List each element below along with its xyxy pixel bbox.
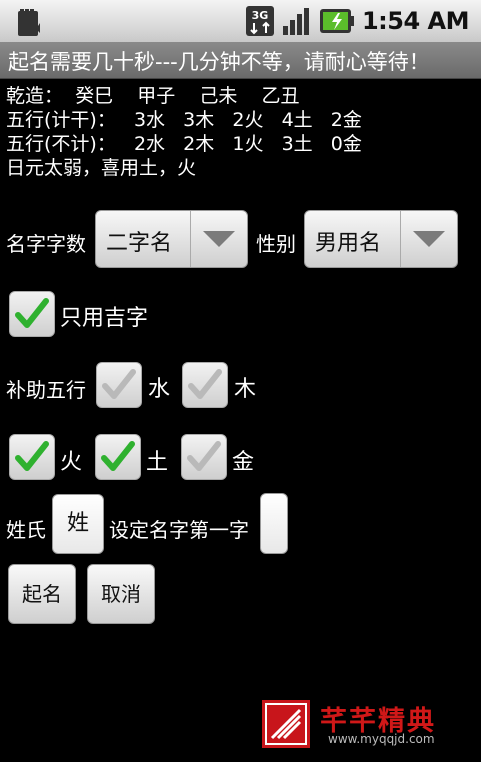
first-char-input[interactable] [260,493,288,554]
signal-strength-icon [282,8,309,35]
name-count-value: 二字名 [106,231,173,256]
name-count-dropdown-arrow[interactable] [190,211,247,267]
logo-mark-icon [265,703,307,745]
element-water-label: 水 [148,377,171,402]
bazi-line: 乾造： 癸巳 甲子 己未 乙丑 [6,85,300,107]
chevron-down-icon [413,231,445,247]
gender-label: 性别 [256,232,296,256]
svg-text:3G: 3G [252,9,269,22]
status-bar: 3G 1:54 AM [0,0,481,42]
element-metal-label: 金 [232,450,255,475]
element-wood-label: 木 [234,377,257,402]
element-earth-label: 土 [146,450,169,475]
wuxing-label: 补助五行 [6,378,86,402]
page-title: 起名需要几十秒---几分钟不等，请耐心等待！ [8,50,430,74]
lucky-only-checkbox[interactable] [9,291,55,337]
checkmark-icon [101,441,135,471]
checkmark-icon [188,369,222,399]
element-fire-checkbox[interactable] [9,434,55,480]
battery-charging-icon [319,9,354,33]
watermark-url: www.myqqjd.com [328,732,435,746]
checkmark-icon [187,441,221,471]
name-count-spinner[interactable]: 二字名 [95,210,248,268]
lucky-only-label: 只用吉字 [60,306,149,331]
gender-value: 男用名 [315,231,382,256]
surname-label: 姓氏 [6,518,46,542]
generate-button[interactable]: 起名 [8,564,76,624]
gender-spinner[interactable]: 男用名 [304,210,458,268]
checkmark-icon [15,298,49,328]
sd-card-icon [18,9,40,36]
network-3g-icon: 3G [245,6,274,36]
title-bar: 起名需要几十秒---几分钟不等，请耐心等待！ [0,42,481,79]
element-wood-checkbox[interactable] [182,362,228,408]
element-earth-checkbox[interactable] [95,434,141,480]
chevron-down-icon [203,231,235,247]
name-count-label: 名字字数 [6,232,86,256]
element-fire-label: 火 [60,450,83,475]
gender-dropdown-arrow[interactable] [400,211,457,267]
element-water-checkbox[interactable] [96,362,142,408]
first-char-label: 设定名字第一字 [109,518,249,542]
watermark: 芊芊精典 www.myqqjd.com [262,700,472,750]
day-master-line: 日元太弱，喜用土，火 [6,157,197,179]
wuxing-without-stems-line: 五行(不计)： 2水 2木 1火 3土 0金 [6,133,362,155]
wuxing-with-stems-line: 五行(计干)： 3水 3木 2火 4土 2金 [6,109,362,131]
checkmark-icon [102,369,136,399]
checkmark-icon [15,441,49,471]
element-metal-checkbox[interactable] [181,434,227,480]
surname-input[interactable]: 姓 [52,494,104,554]
watermark-logo [262,700,310,748]
cancel-button[interactable]: 取消 [87,564,155,624]
clock: 1:54 AM [361,7,470,35]
